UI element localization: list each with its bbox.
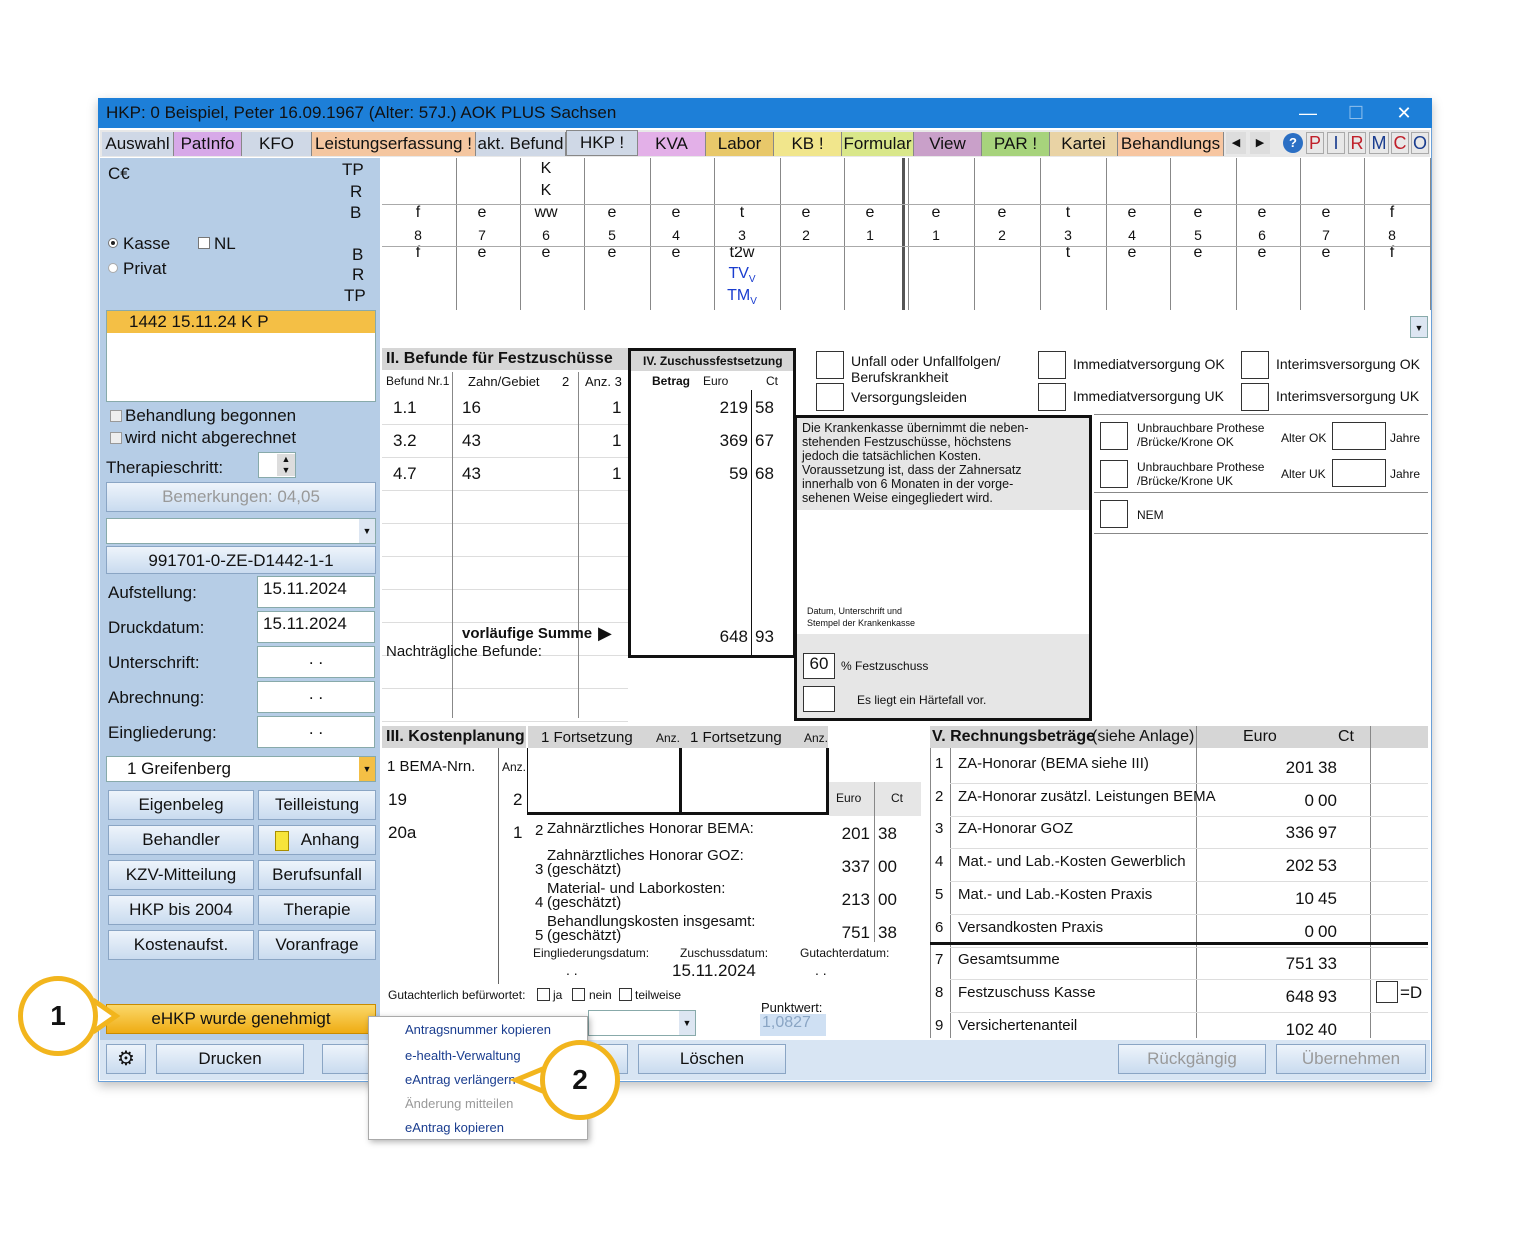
button-voranfrage[interactable]: Voranfrage: [258, 930, 376, 960]
button-teilleistung[interactable]: Teilleistung: [258, 790, 376, 820]
button-kzv-mitteilung[interactable]: KZV-Mitteilung: [108, 860, 254, 890]
button-kostenaufst-[interactable]: Kostenaufst.: [108, 930, 254, 960]
button-berufsunfall[interactable]: Berufsunfall: [258, 860, 376, 890]
anhang-label: Anhang: [300, 830, 360, 849]
callout-pointers: [91, 997, 546, 1095]
button-eigenbeleg[interactable]: Eigenbeleg: [108, 790, 254, 820]
callout-2: 2: [540, 1040, 620, 1120]
button-behandler[interactable]: Behandler: [108, 825, 254, 855]
note-icon: [274, 830, 289, 851]
callout-1: 1: [18, 976, 98, 1056]
button-anhang[interactable]: Anhang: [258, 825, 376, 855]
button-hkp-bis-2004[interactable]: HKP bis 2004: [108, 895, 254, 925]
button-therapie[interactable]: Therapie: [258, 895, 376, 925]
